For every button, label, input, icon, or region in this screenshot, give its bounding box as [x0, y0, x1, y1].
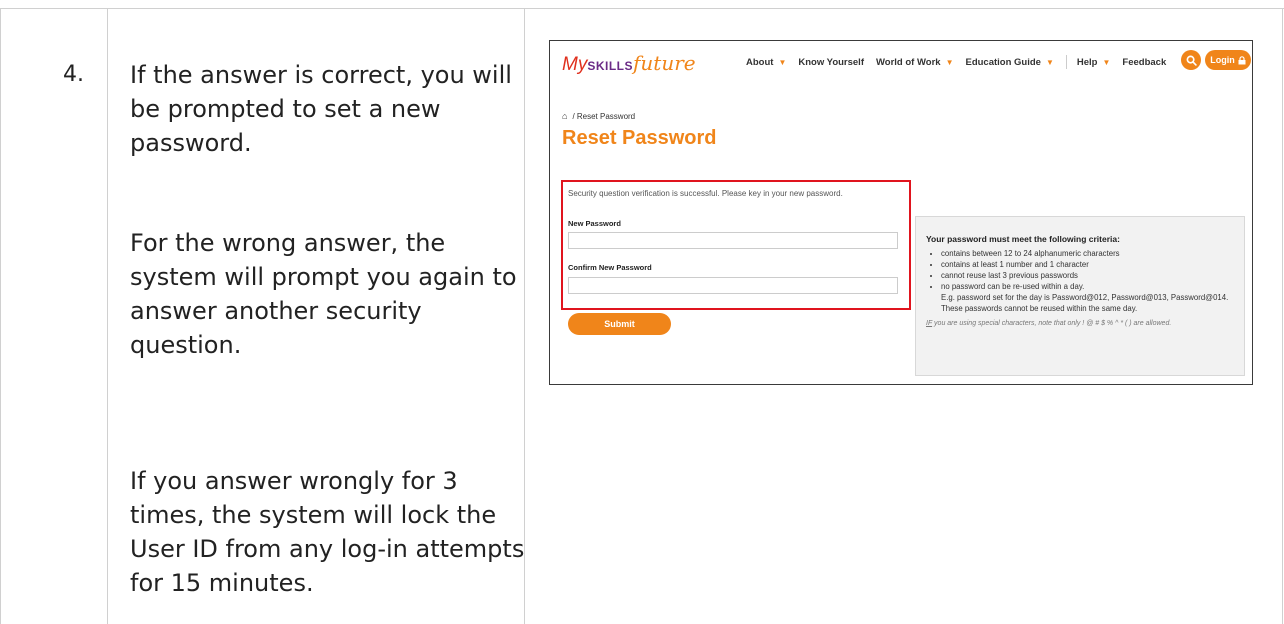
table-border-right: [1282, 8, 1283, 624]
criteria-item: contains at least 1 number and 1 charact…: [941, 259, 1234, 270]
main-nav: About ▼ Know Yourself World of Work ▼ Educ…: [746, 55, 1178, 69]
home-icon[interactable]: ⌂: [562, 111, 567, 121]
login-button[interactable]: Login: [1205, 50, 1251, 70]
criteria-item: contains between 12 to 24 alphanumeric c…: [941, 248, 1234, 259]
breadcrumb-current: / Reset Password: [572, 111, 636, 121]
criteria-item: cannot reuse last 3 previous passwords: [941, 270, 1234, 281]
chevron-down-icon: ▼: [1102, 57, 1111, 67]
nav-help[interactable]: Help ▼: [1077, 57, 1111, 68]
chevron-down-icon: ▼: [1045, 57, 1054, 67]
chevron-down-icon: ▼: [778, 57, 787, 67]
confirm-password-label: Confirm New Password: [568, 263, 652, 272]
step-number: 4.: [63, 62, 84, 87]
page-title: Reset Password: [562, 127, 717, 149]
new-password-label: New Password: [568, 219, 621, 228]
instruction-correct-answer: If the answer is correct, you will be pr…: [130, 61, 512, 157]
criteria-example: E.g. password set for the day is Passwor…: [941, 293, 1229, 313]
chevron-down-icon: ▼: [945, 57, 954, 67]
search-button[interactable]: [1181, 50, 1201, 70]
new-password-input[interactable]: [568, 232, 898, 249]
table-border-left: [0, 8, 1, 624]
column-divider-1: [107, 8, 108, 624]
success-message: Security question verification is succes…: [568, 189, 843, 198]
special-characters-note: IF you are using special characters, not…: [926, 320, 1172, 327]
nav-separator: [1065, 55, 1067, 69]
lock-icon: [1238, 55, 1246, 64]
criteria-list: contains between 12 to 24 alphanumeric c…: [926, 248, 1234, 314]
criteria-item: no password can be re-used within a day.: [941, 281, 1234, 292]
instruction-lockout: If you answer wrongly for 3 times, the s…: [130, 467, 525, 597]
password-criteria-panel: Your password must meet the following cr…: [915, 216, 1245, 376]
search-icon: [1186, 55, 1197, 66]
instruction-wrong-answer: For the wrong answer, the system will pr…: [130, 229, 517, 359]
nav-education-guide[interactable]: Education Guide ▼: [965, 57, 1053, 68]
myskillsfuture-logo[interactable]: MySKILLSfuture: [562, 51, 696, 76]
nav-feedback[interactable]: Feedback: [1122, 57, 1166, 68]
reset-password-screenshot: MySKILLSfuture About ▼ Know Yourself Worl…: [549, 40, 1253, 385]
nav-world-of-work[interactable]: World of Work ▼: [876, 57, 953, 68]
submit-button[interactable]: Submit: [568, 313, 671, 335]
confirm-password-input[interactable]: [568, 277, 898, 294]
criteria-heading: Your password must meet the following cr…: [926, 234, 1120, 244]
nav-know-yourself[interactable]: Know Yourself: [798, 57, 864, 68]
nav-about[interactable]: About ▼: [746, 57, 786, 68]
breadcrumb: ⌂ / Reset Password: [562, 111, 635, 121]
table-border-top: [0, 8, 1284, 9]
